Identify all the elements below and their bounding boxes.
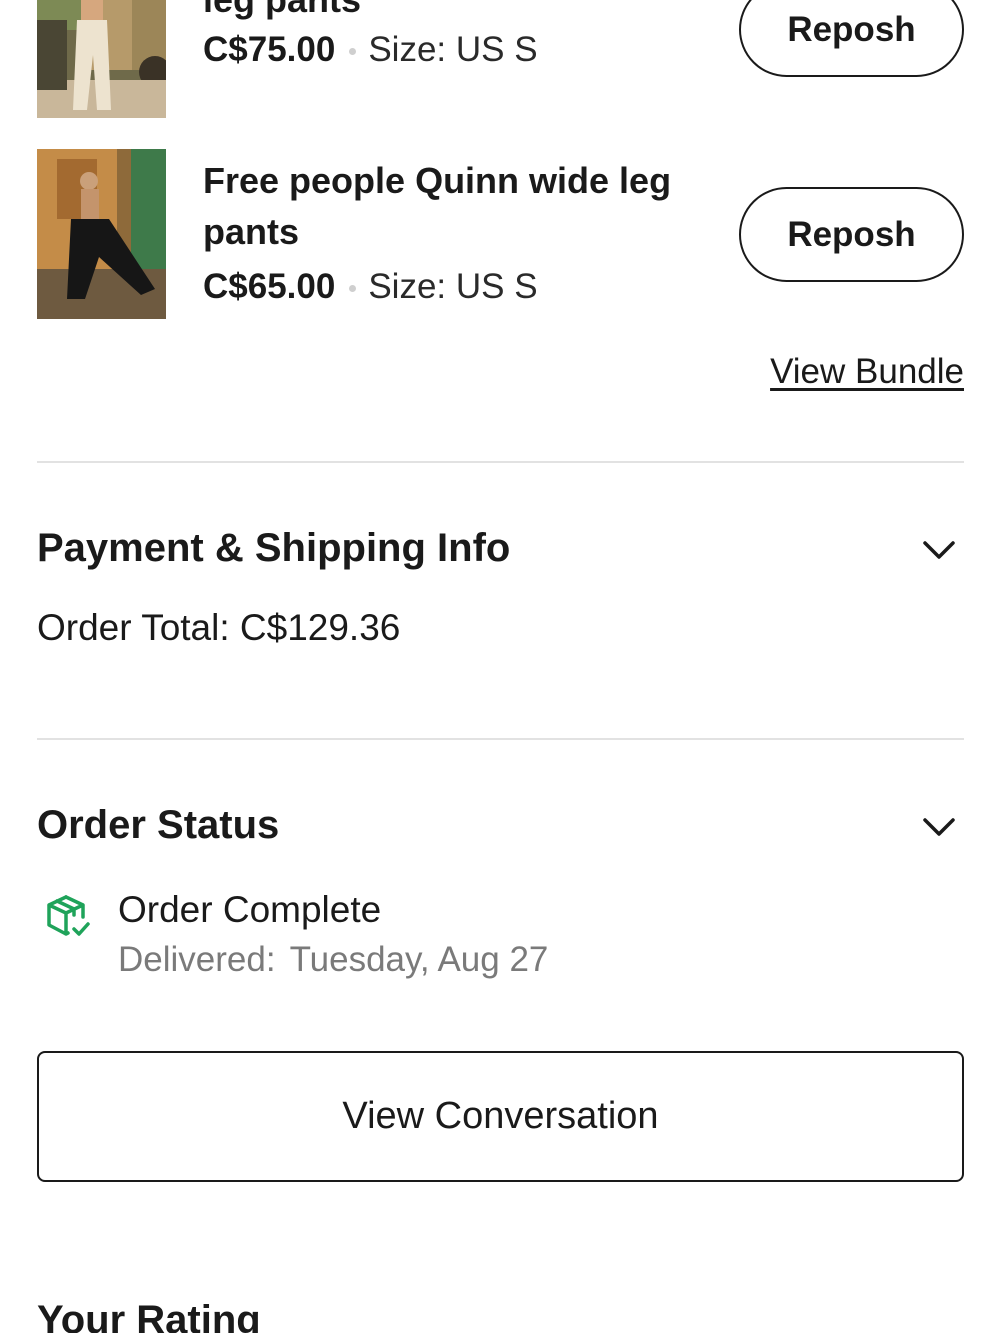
price-line: C$75.00 Size: US S — [203, 26, 673, 74]
view-bundle-link[interactable]: View Bundle — [770, 352, 964, 392]
payment-section-title[interactable]: Payment & Shipping Info — [37, 526, 510, 571]
product-photo-black-pants — [37, 149, 166, 319]
item-title[interactable]: leg pants — [203, 0, 673, 28]
delivered-date: Tuesday, Aug 27 — [289, 940, 549, 979]
section-divider — [37, 738, 964, 740]
item-info: Free people Quinn wide leg pants C$65.00… — [203, 155, 673, 311]
price-line: C$65.00 Size: US S — [203, 263, 673, 311]
product-photo-cream-pants — [37, 0, 166, 118]
separator-dot — [349, 48, 357, 56]
item-title[interactable]: Free people Quinn wide leg pants — [203, 155, 673, 257]
item-thumbnail[interactable] — [37, 0, 166, 118]
item-size: Size: US S — [368, 267, 538, 306]
item-price: C$75.00 — [203, 30, 336, 69]
package-check-icon — [47, 895, 90, 936]
item-price: C$65.00 — [203, 267, 336, 306]
order-total: Order Total: C$129.36 — [37, 607, 401, 648]
section-divider — [37, 461, 964, 463]
view-conversation-button[interactable]: View Conversation — [37, 1051, 964, 1182]
order-status-title[interactable]: Order Status — [37, 803, 279, 848]
chevron-down-icon[interactable] — [922, 533, 956, 567]
order-status-text: Order Complete — [118, 889, 382, 930]
delivery-info: Delivered: Tuesday, Aug 27 — [118, 940, 548, 980]
item-info: leg pants C$75.00 Size: US S — [203, 0, 673, 74]
item-size: Size: US S — [368, 30, 538, 69]
your-rating-title: Your Rating — [37, 1298, 261, 1333]
chevron-down-icon[interactable] — [922, 810, 956, 844]
separator-dot — [349, 285, 357, 293]
reposh-button[interactable]: Reposh — [739, 187, 964, 282]
item-thumbnail[interactable] — [37, 149, 166, 319]
order-item: Free people Quinn wide leg pants C$65.00… — [37, 149, 964, 324]
delivered-label: Delivered: — [118, 940, 276, 979]
order-item: leg pants C$75.00 Size: US S Reposh — [37, 0, 964, 120]
reposh-button[interactable]: Reposh — [739, 0, 964, 77]
